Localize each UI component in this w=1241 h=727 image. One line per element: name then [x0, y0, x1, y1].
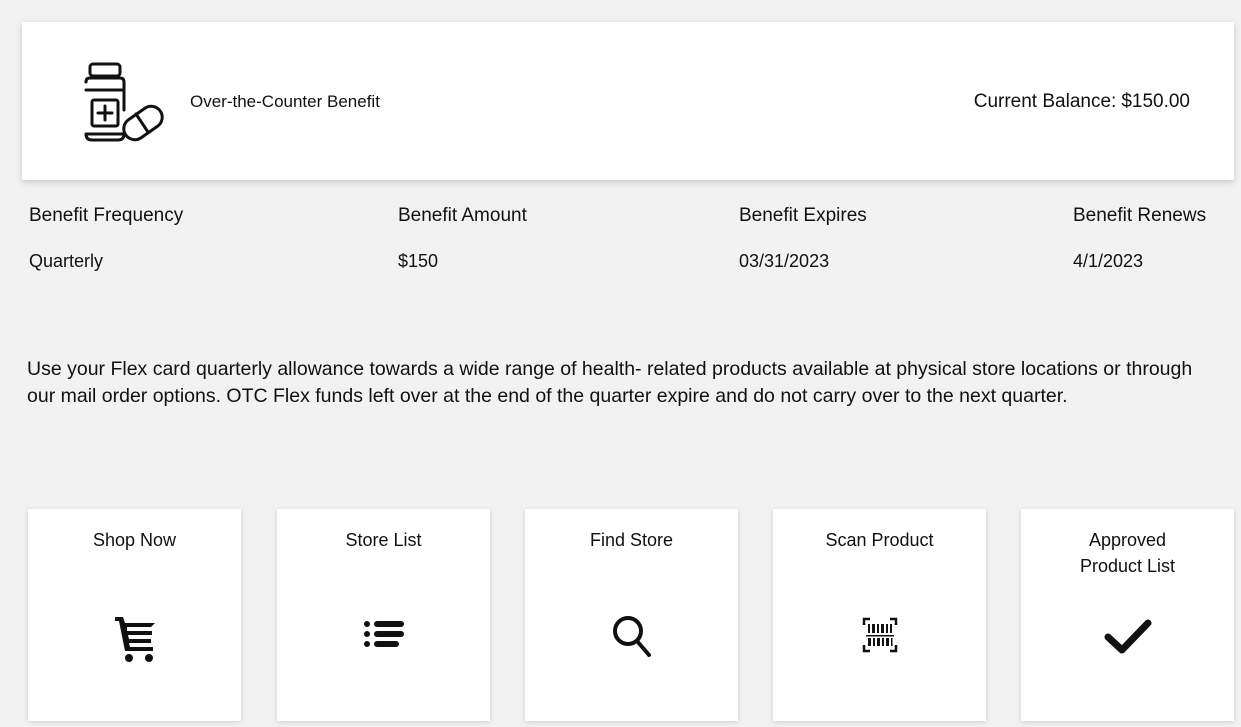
detail-value: Quarterly: [29, 251, 104, 271]
barcode-scan-icon: [850, 607, 910, 667]
medicine-bottle-pill-icon: [72, 60, 172, 150]
tile-label: Scan Product: [825, 530, 934, 550]
benefit-details: Benefit Frequency Quarterly Benefit Amou…: [0, 205, 1241, 295]
detail-label: Benefit Expires: [739, 205, 867, 226]
benefit-title: Over-the-Counter Benefit: [190, 92, 380, 111]
list-icon: [354, 607, 414, 667]
otc-benefit-page: Over-the-Counter Benefit Current Balance…: [0, 0, 1241, 727]
benefit-amount: Benefit Amount $150: [398, 205, 527, 272]
approved-product-list-button[interactable]: Approved Product List: [1021, 509, 1234, 721]
tile-label: Find Store: [589, 530, 674, 550]
shop-now-button[interactable]: Shop Now: [28, 509, 241, 721]
benefit-expires: Benefit Expires 03/31/2023: [739, 205, 867, 272]
detail-value: 4/1/2023: [1073, 251, 1144, 271]
balance-amount: $150.00: [1121, 91, 1190, 112]
benefit-frequency: Benefit Frequency Quarterly: [29, 205, 183, 272]
scan-product-button[interactable]: Scan Product: [773, 509, 986, 721]
tile-label: Approved Product List: [1079, 530, 1176, 576]
benefit-description: Use your Flex card quarterly allowance t…: [27, 358, 1193, 407]
detail-value: $150: [398, 251, 439, 271]
action-tiles: Shop Now Store List Find Store Scan Prod…: [0, 509, 1241, 727]
detail-label: Benefit Frequency: [29, 205, 184, 226]
tile-label: Shop Now: [92, 530, 177, 550]
benefit-renews: Benefit Renews 4/1/2023: [1073, 205, 1206, 272]
current-balance: Current Balance: $150.00: [974, 91, 1190, 113]
tile-label: Store List: [345, 530, 422, 550]
checkmark-icon: [1098, 607, 1158, 667]
find-store-button[interactable]: Find Store: [525, 509, 738, 721]
detail-label: Benefit Amount: [398, 205, 527, 226]
balance-label: Current Balance:: [973, 91, 1117, 112]
benefit-header-card: Over-the-Counter Benefit Current Balance…: [22, 22, 1234, 180]
detail-value: 03/31/2023: [739, 251, 830, 271]
shopping-cart-icon: [105, 607, 165, 667]
store-list-button[interactable]: Store List: [277, 509, 490, 721]
detail-label: Benefit Renews: [1073, 205, 1207, 226]
search-icon: [602, 607, 662, 667]
